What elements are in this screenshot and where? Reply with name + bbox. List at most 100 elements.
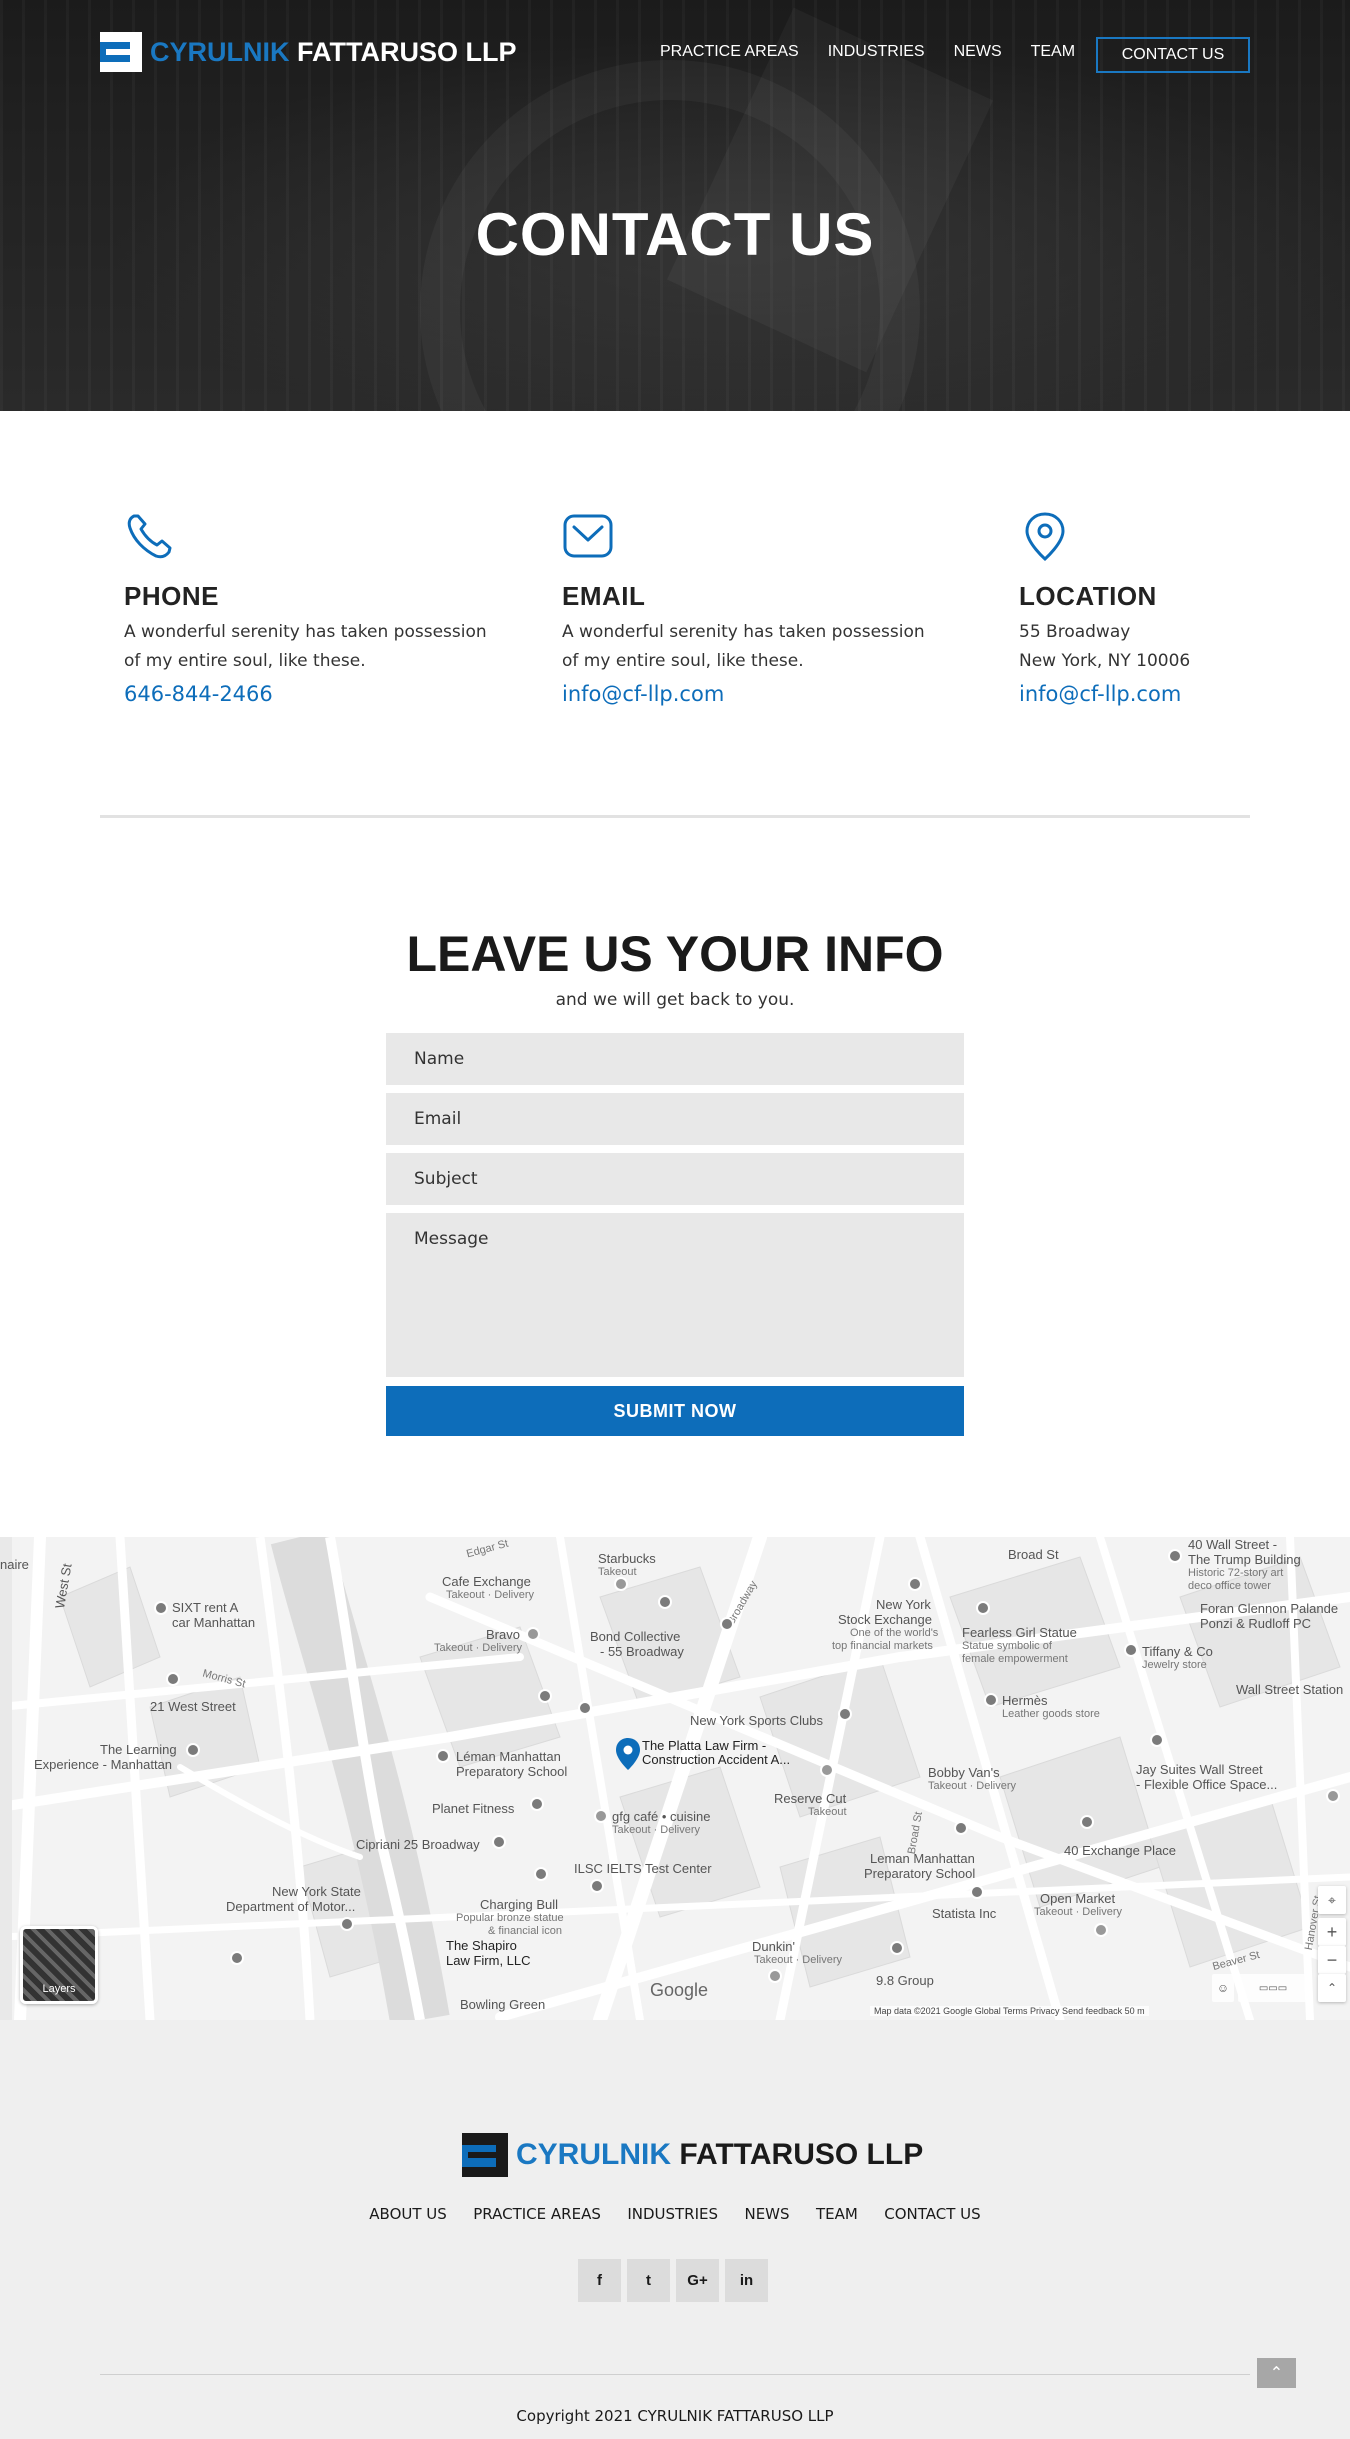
footer-nav-news[interactable]: NEWS	[744, 2205, 789, 2223]
map-poi-pin[interactable]	[1168, 1549, 1182, 1563]
brand-name-part2: FATTARUSO LLP	[297, 36, 517, 67]
name-field[interactable]: Name	[386, 1033, 964, 1085]
map-poi-pin[interactable]	[436, 1749, 450, 1763]
logo-mark-icon	[462, 2133, 508, 2177]
map-label: Open Market	[1040, 1891, 1116, 1906]
location-email-link[interactable]: info@cf-llp.com	[1019, 682, 1259, 706]
phone-text: A wonderful serenity has taken possessio…	[124, 622, 487, 671]
map-poi-pin[interactable]	[1150, 1733, 1164, 1747]
footer-nav-industries[interactable]: INDUSTRIES	[627, 2205, 718, 2223]
form-title: LEAVE US YOUR INFO	[406, 926, 944, 982]
map-poi-pin[interactable]	[720, 1617, 734, 1631]
nav-team[interactable]: TEAM	[1031, 43, 1075, 61]
map-layers-button[interactable]: Layers	[20, 1926, 98, 2004]
zoom-out-button[interactable]: −	[1318, 1946, 1346, 1974]
map-poi-pin[interactable]	[820, 1763, 834, 1777]
twitter-icon[interactable]: t	[627, 2259, 670, 2302]
my-location-icon[interactable]: ⌖	[1318, 1886, 1346, 1914]
map-label: Ponzi & Rudloff PC	[1200, 1616, 1312, 1631]
map-poi-pin[interactable]	[984, 1693, 998, 1707]
map-poi-pin[interactable]	[492, 1835, 506, 1849]
map-poi-pin[interactable]	[578, 1701, 592, 1715]
map-poi-pin[interactable]	[230, 1951, 244, 1965]
map-poi-pin[interactable]	[526, 1627, 540, 1641]
email-link[interactable]: info@cf-llp.com	[562, 682, 932, 706]
map-target-pin-icon[interactable]	[615, 1737, 641, 1771]
map-label: Leather goods store	[1002, 1708, 1100, 1720]
subject-field[interactable]: Subject	[386, 1153, 964, 1205]
map-poi-pin[interactable]	[658, 1595, 672, 1609]
map-poi-pin[interactable]	[530, 1797, 544, 1811]
footer-nav-team[interactable]: TEAM	[816, 2205, 858, 2223]
map-poi-pin[interactable]	[590, 1879, 604, 1893]
google-map[interactable]: Starbucks Takeout Cafe Exchange Takeout …	[0, 1537, 1350, 2020]
map-label: Bond Collective	[590, 1629, 681, 1644]
footer-logo-text: CYRULNIK FATTARUSO LLP	[516, 2138, 923, 2172]
footer-nav-contact-us[interactable]: CONTACT US	[884, 2205, 980, 2223]
map-label: Takeout · Delivery	[928, 1780, 1017, 1792]
address-line-1: 55 Broadway	[1019, 622, 1131, 642]
footer-logo[interactable]: CYRULNIK FATTARUSO LLP	[462, 2133, 923, 2177]
map-label: Takeout	[598, 1566, 637, 1578]
map-label: Cipriani 25 Broadway	[356, 1837, 480, 1852]
map-poi-pin[interactable]	[534, 1867, 548, 1881]
phone-link[interactable]: 646-844-2466	[124, 682, 494, 706]
header-logo[interactable]: CYRULNIK FATTARUSO LLP	[100, 32, 517, 72]
map-imagery-thumbnails[interactable]: ▭▭▭	[1238, 1974, 1308, 2002]
map-poi-pin[interactable]	[890, 1941, 904, 1955]
footer-nav-about-us[interactable]: ABOUT US	[369, 2205, 447, 2223]
map-poi-pin[interactable]	[1094, 1923, 1108, 1937]
map-label: Dunkin'	[752, 1939, 795, 1954]
map-poi-pin[interactable]	[1124, 1643, 1138, 1657]
map-label: The Shapiro	[446, 1938, 517, 1953]
map-label: 40 Wall Street -	[1188, 1537, 1278, 1552]
map-label: Jay Suites Wall Street	[1136, 1762, 1263, 1777]
map-label: Preparatory School	[456, 1764, 568, 1779]
map-poi-pin[interactable]	[976, 1601, 990, 1615]
map-poi-pin[interactable]	[838, 1707, 852, 1721]
message-field[interactable]: Message	[386, 1213, 964, 1377]
map-label: Tiffany & Co	[1142, 1644, 1213, 1659]
map-poi-pin[interactable]	[538, 1689, 552, 1703]
back-to-top-button[interactable]: ⌃	[1257, 2358, 1296, 2388]
email-field[interactable]: Email	[386, 1093, 964, 1145]
map-poi-pin[interactable]	[970, 1885, 984, 1899]
map-poi-pin[interactable]	[954, 1821, 968, 1835]
map-poi-pin[interactable]	[166, 1672, 180, 1686]
envelope-icon	[563, 514, 613, 558]
map-label: naire	[0, 1557, 29, 1572]
map-label: Foran Glennon Palande	[1200, 1601, 1339, 1616]
page-title: CONTACT US	[475, 201, 875, 268]
map-label-target: The Platta Law Firm -	[642, 1738, 767, 1753]
google-logo: Google	[650, 1980, 709, 2000]
email-heading: EMAIL	[562, 581, 646, 611]
map-poi-pin[interactable]	[614, 1577, 628, 1591]
map-poi-pin[interactable]	[186, 1743, 200, 1757]
map-poi-pin[interactable]	[1080, 1815, 1094, 1829]
map-poi-pin[interactable]	[768, 1969, 782, 1983]
map-label: Statista Inc	[932, 1906, 997, 1921]
facebook-icon[interactable]: f	[578, 2259, 621, 2302]
map-label: & financial icon	[488, 1925, 562, 1937]
linkedin-icon[interactable]: in	[725, 2259, 768, 2302]
footer-nav-practice-areas[interactable]: PRACTICE AREAS	[473, 2205, 601, 2223]
map-poi-pin[interactable]	[1326, 1789, 1340, 1803]
map-poi-pin[interactable]	[340, 1917, 354, 1931]
nav-industries[interactable]: INDUSTRIES	[828, 43, 925, 61]
map-poi-pin[interactable]	[908, 1577, 922, 1591]
map-poi-pin[interactable]	[594, 1809, 608, 1823]
pegman-icon[interactable]: ☺	[1212, 1974, 1234, 2002]
map-attribution[interactable]: Map data ©2021 Google Global Terms Priva…	[870, 2006, 1149, 2016]
logo-mark-icon	[100, 32, 142, 72]
submit-button[interactable]: SUBMIT NOW	[386, 1386, 964, 1436]
map-label: Reserve Cut	[774, 1791, 847, 1806]
nav-contact-us-button[interactable]: CONTACT US	[1096, 37, 1250, 73]
expand-controls-icon[interactable]: ⌃	[1318, 1974, 1346, 2002]
google-plus-icon[interactable]: G+	[676, 2259, 719, 2302]
zoom-in-button[interactable]: +	[1318, 1918, 1346, 1946]
nav-practice-areas[interactable]: PRACTICE AREAS	[660, 43, 799, 61]
map-pin-icon	[1025, 512, 1065, 562]
map-poi-pin[interactable]	[154, 1601, 168, 1615]
copyright-text: Copyright 2021 CYRULNIK FATTARUSO LLP	[516, 2407, 834, 2425]
nav-news[interactable]: NEWS	[954, 43, 1002, 61]
